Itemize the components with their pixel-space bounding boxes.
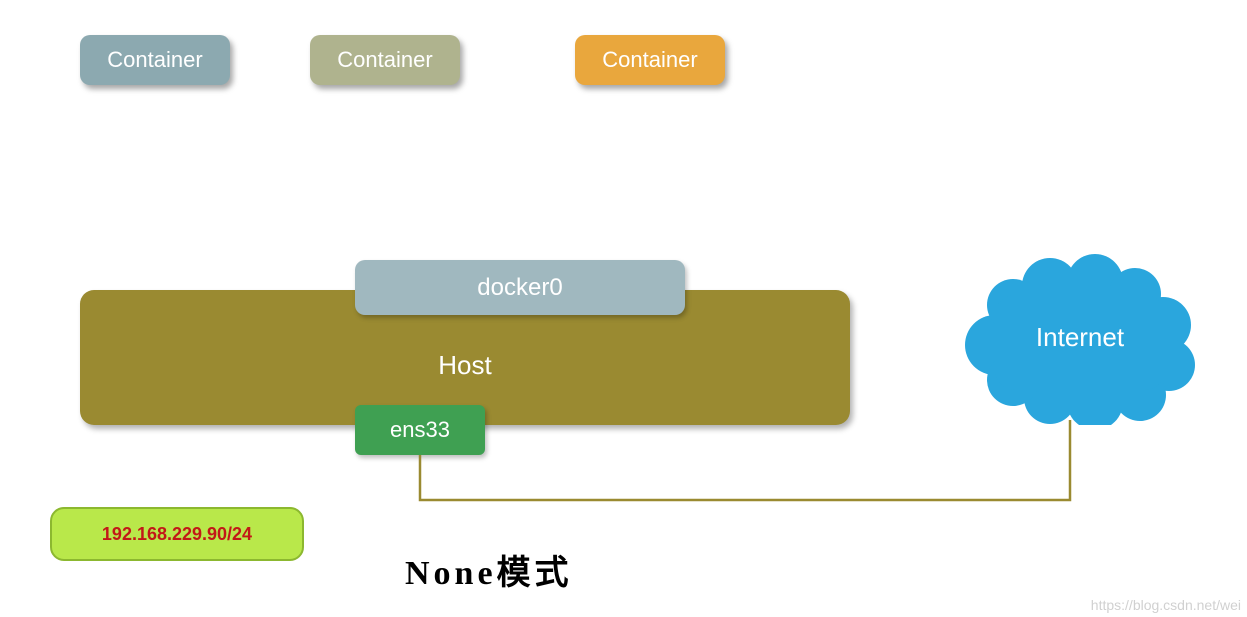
container-box-1: Container: [80, 35, 230, 85]
host-label: Host: [80, 350, 850, 381]
ip-address-box: 192.168.229.90/24: [50, 507, 304, 561]
container-box-2: Container: [310, 35, 460, 85]
internet-cloud: Internet: [955, 250, 1205, 425]
watermark-text: https://blog.csdn.net/wei: [1091, 597, 1241, 613]
internet-label: Internet: [955, 322, 1205, 353]
nic-label: ens33: [390, 417, 450, 442]
container-box-3: Container: [575, 35, 725, 85]
diagram-title: None模式: [405, 545, 573, 594]
nic-box: ens33: [355, 405, 485, 455]
diagram-canvas: Container Container Container Host docke…: [0, 0, 1247, 617]
container-label: Container: [107, 47, 202, 72]
container-label: Container: [602, 47, 697, 72]
ip-address: 192.168.229.90/24: [102, 524, 252, 544]
docker-bridge-label: docker0: [477, 274, 562, 301]
docker-bridge-box: docker0: [355, 260, 685, 315]
container-label: Container: [337, 47, 432, 72]
